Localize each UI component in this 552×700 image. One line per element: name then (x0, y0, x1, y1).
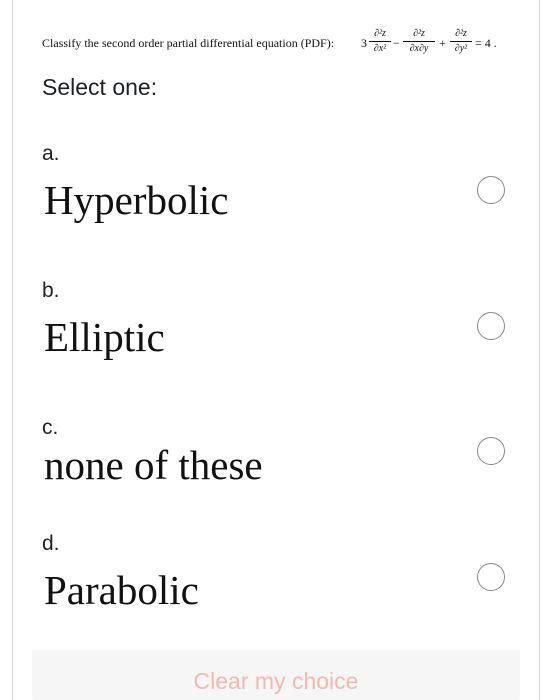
option-b-text[interactable]: Elliptic (44, 313, 165, 361)
fraction-bar (450, 41, 472, 42)
term-2-denominator: ∂x∂y (409, 43, 429, 54)
term-1-numerator: ∂²z (374, 28, 386, 39)
option-c-text[interactable]: none of these (44, 441, 263, 489)
equation-operator-1: − (393, 36, 400, 50)
option-b-radio[interactable] (477, 312, 505, 340)
option-c-radio[interactable] (477, 437, 505, 465)
equation-operator-2: + (439, 36, 446, 50)
option-b-letter: b. (42, 279, 60, 302)
select-one-prompt: Select one: (42, 74, 158, 100)
term-2-numerator: ∂²z (413, 28, 425, 39)
term-3-numerator: ∂²z (455, 28, 467, 39)
question-text: Classify the second order partial differ… (42, 22, 532, 68)
question-prefix: Classify the second order partial differ… (42, 36, 335, 50)
option-a-letter: a. (42, 142, 60, 165)
option-a-text[interactable]: Hyperbolic (44, 176, 228, 224)
option-d-radio[interactable] (477, 563, 505, 591)
option-c-letter: c. (42, 416, 59, 439)
equation-coefficient: 3 (361, 36, 367, 50)
fraction-bar (369, 41, 391, 42)
equation-rhs: = 4 . (475, 36, 497, 50)
fraction-bar (403, 41, 435, 42)
term-3-denominator: ∂y² (454, 43, 468, 54)
term-1-denominator: ∂x² (373, 43, 387, 54)
equation-term-1: ∂²z ∂x² (369, 28, 391, 55)
option-a-radio[interactable] (477, 176, 505, 204)
option-d-letter: d. (42, 532, 60, 555)
option-d-text[interactable]: Parabolic (44, 566, 199, 614)
clear-choice-bar: Clear my choice (32, 650, 520, 700)
clear-choice-link[interactable]: Clear my choice (32, 668, 520, 695)
equation-term-3: ∂²z ∂y² (450, 28, 472, 55)
equation-term-2: ∂²z ∂x∂y (403, 28, 435, 55)
